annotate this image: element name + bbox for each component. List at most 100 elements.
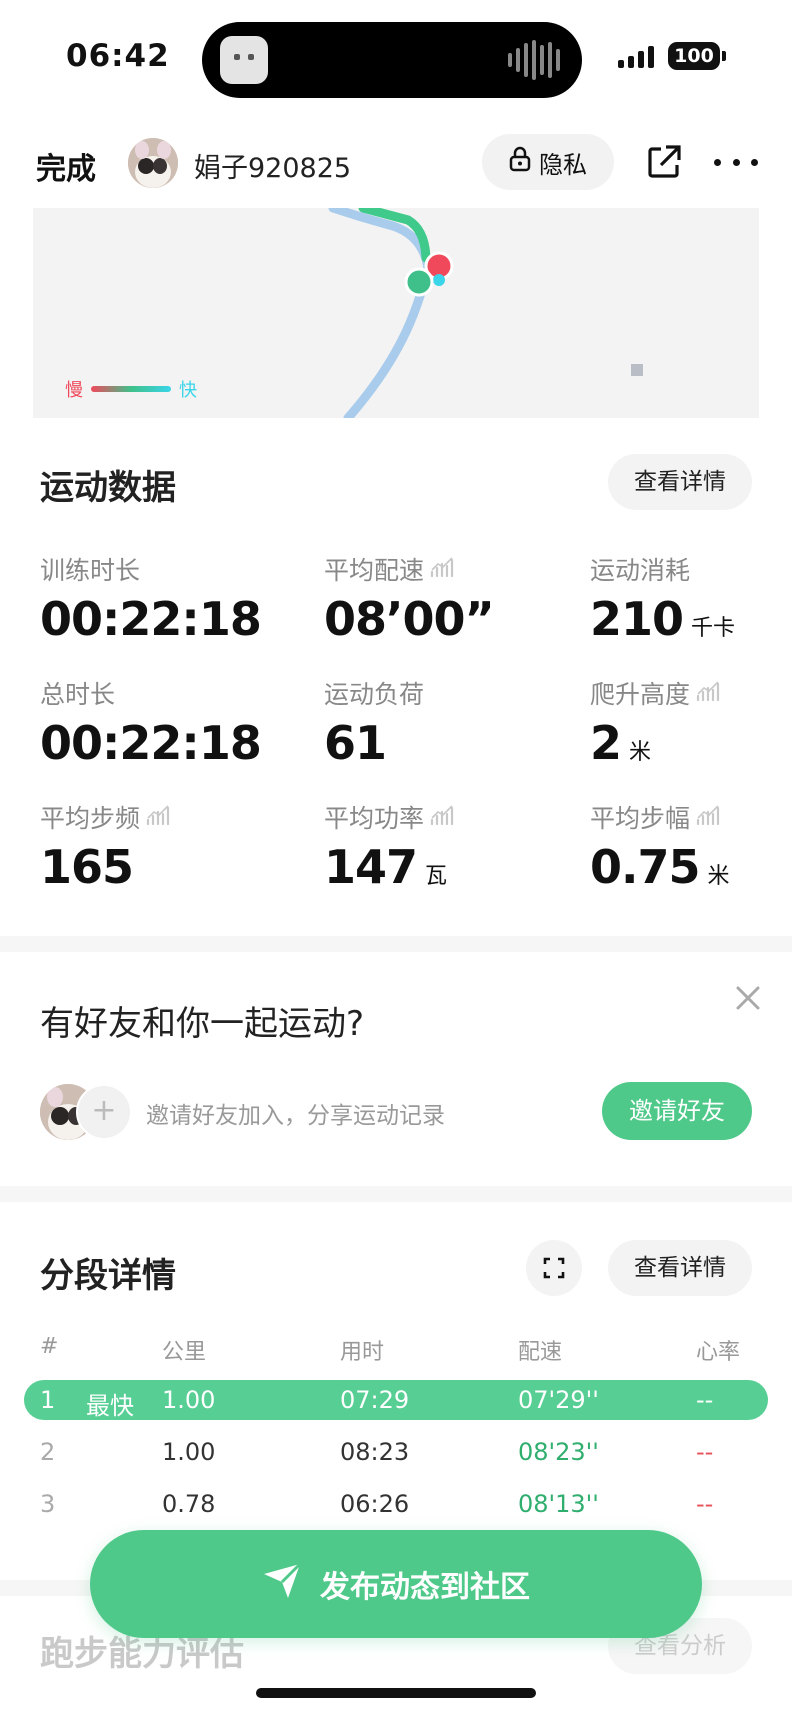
invite-friends-button[interactable]: 邀请好友 (602, 1082, 752, 1140)
legend-slow-label: 慢 (65, 380, 83, 401)
metric-value: 08’00” (324, 592, 495, 646)
segments-detail-button[interactable]: 查看详情 (608, 1240, 752, 1296)
segment-hr: -- (696, 1386, 714, 1414)
segments-title: 分段详情 (40, 1256, 176, 1296)
segment-km: 1.00 (162, 1386, 216, 1414)
dynamic-island (202, 22, 582, 98)
section-divider (0, 1186, 792, 1202)
workout-summary-page: 06:42 100 完成 娟子920825 隐私 慢 快 运动数据 查看详情 训… (0, 0, 792, 1716)
segment-hr: -- (696, 1438, 714, 1466)
table-row[interactable]: 1 1.00 07:29 07'29'' -- 最快 (24, 1380, 768, 1420)
metric-label-text: 平均配速 (324, 556, 425, 585)
segment-header-num: # (40, 1334, 59, 1359)
metric-value: 147 (324, 840, 418, 894)
segment-num: 2 (40, 1438, 56, 1466)
segment-km: 1.00 (162, 1438, 216, 1466)
avatar[interactable] (128, 138, 178, 188)
metric-label-text: 爬升高度 (590, 680, 691, 709)
workout-data-title: 运动数据 (40, 468, 176, 508)
segment-header-hr: 心率 (696, 1340, 741, 1365)
segment-num: 1 (40, 1386, 56, 1414)
metric-label: 平均功率 (324, 802, 564, 833)
privacy-button[interactable]: 隐私 (482, 134, 614, 190)
share-external-icon[interactable] (644, 142, 684, 182)
metric-value-row: 2米 (590, 716, 792, 770)
close-icon[interactable] (732, 982, 764, 1014)
metric-value-row: 165 (40, 840, 280, 894)
metric-unit: 瓦 (425, 864, 448, 889)
metric-label: 平均配速 (324, 554, 564, 585)
metric-value: 00:22:18 (40, 592, 262, 646)
workout-detail-button[interactable]: 查看详情 (608, 454, 752, 510)
speed-legend: 慢 快 (65, 376, 197, 402)
segment-km: 0.78 (162, 1490, 216, 1518)
metric-item: 总时长 00:22:18 (40, 678, 280, 770)
username: 娟子920825 (194, 153, 352, 184)
segment-pace: 08'23'' (518, 1438, 599, 1466)
metric-label: 运动消耗 (590, 554, 792, 585)
segment-pace: 08'13'' (518, 1490, 599, 1518)
trend-chart-icon[interactable] (430, 803, 456, 832)
privacy-label: 隐私 (539, 150, 587, 179)
metric-item: 平均配速 08’00” (324, 554, 564, 646)
metric-value-row: 210 千卡 (590, 592, 792, 646)
table-row[interactable]: 3 0.78 06:26 08'13'' -- (0, 1484, 792, 1524)
metric-item: 平均步幅 0.75 米 (590, 802, 792, 894)
metric-item: 平均功率 147 瓦 (324, 802, 564, 894)
metric-unit: 米 (707, 864, 730, 889)
fastest-badge: 最快 (86, 1392, 134, 1420)
more-icon[interactable] (714, 142, 758, 182)
add-friend-icon[interactable]: + (76, 1084, 132, 1140)
trend-chart-icon[interactable] (430, 555, 456, 584)
status-time: 06:42 (66, 38, 170, 74)
publish-label: 发布动态到社区 (320, 1570, 530, 1605)
metric-item: 平均步频 165 (40, 802, 280, 894)
metric-value: 00:22:18 (40, 716, 262, 770)
metric-label-text: 平均步频 (40, 804, 141, 833)
metric-unit: 米 (629, 740, 652, 765)
legend-fast-label: 快 (179, 380, 197, 401)
start-point-marker (404, 267, 434, 297)
audio-wave-icon (508, 40, 560, 80)
segment-header-km: 公里 (162, 1340, 207, 1365)
metric-label: 训练时长 (40, 554, 280, 585)
metric-label-text: 训练时长 (40, 556, 141, 585)
invite-description: 邀请好友加入，分享运动记录 (146, 1103, 445, 1129)
battery-icon: 100 (668, 42, 726, 70)
home-indicator (256, 1688, 536, 1698)
metric-value-row: 61 (324, 716, 564, 770)
metric-label-text: 运动负荷 (324, 680, 425, 709)
done-button[interactable]: 完成 (36, 144, 96, 188)
fullscreen-icon[interactable] (526, 1240, 582, 1296)
segment-time: 07:29 (340, 1386, 410, 1414)
route-map[interactable]: 慢 快 (33, 208, 759, 418)
metric-item: 训练时长 00:22:18 (40, 554, 280, 646)
metric-label: 平均步幅 (590, 802, 792, 833)
metric-value: 165 (40, 840, 134, 894)
segment-hr: -- (696, 1490, 714, 1518)
metric-value-row: 0.75 米 (590, 840, 792, 894)
segment-num: 3 (40, 1490, 56, 1518)
metric-label-text: 平均步幅 (590, 804, 691, 833)
trend-chart-icon[interactable] (696, 679, 722, 708)
status-bar: 06:42 100 (0, 0, 792, 120)
segment-time: 06:26 (340, 1490, 410, 1518)
metric-item: 运动负荷 61 (324, 678, 564, 770)
metric-value: 0.75 (590, 840, 700, 894)
metric-value-row: 08’00” (324, 592, 564, 646)
metric-label: 平均步频 (40, 802, 280, 833)
island-app-icon (220, 36, 268, 84)
friends-title: 有好友和你一起运动? (40, 1004, 365, 1044)
metric-value-row: 00:22:18 (40, 592, 280, 646)
segment-header-pace: 配速 (518, 1340, 563, 1365)
metric-item: 运动消耗 210 千卡 (590, 554, 792, 646)
table-row[interactable]: 2 1.00 08:23 08'23'' -- (0, 1432, 792, 1472)
publish-to-community-button[interactable]: 发布动态到社区 (90, 1530, 702, 1638)
trend-chart-icon[interactable] (696, 803, 722, 832)
segment-time: 08:23 (340, 1438, 410, 1466)
metric-value: 210 (590, 592, 684, 646)
metric-value-row: 00:22:18 (40, 716, 280, 770)
segment-pace: 07'29'' (518, 1386, 599, 1414)
metric-unit: 千卡 (691, 616, 736, 641)
trend-chart-icon[interactable] (146, 803, 172, 832)
